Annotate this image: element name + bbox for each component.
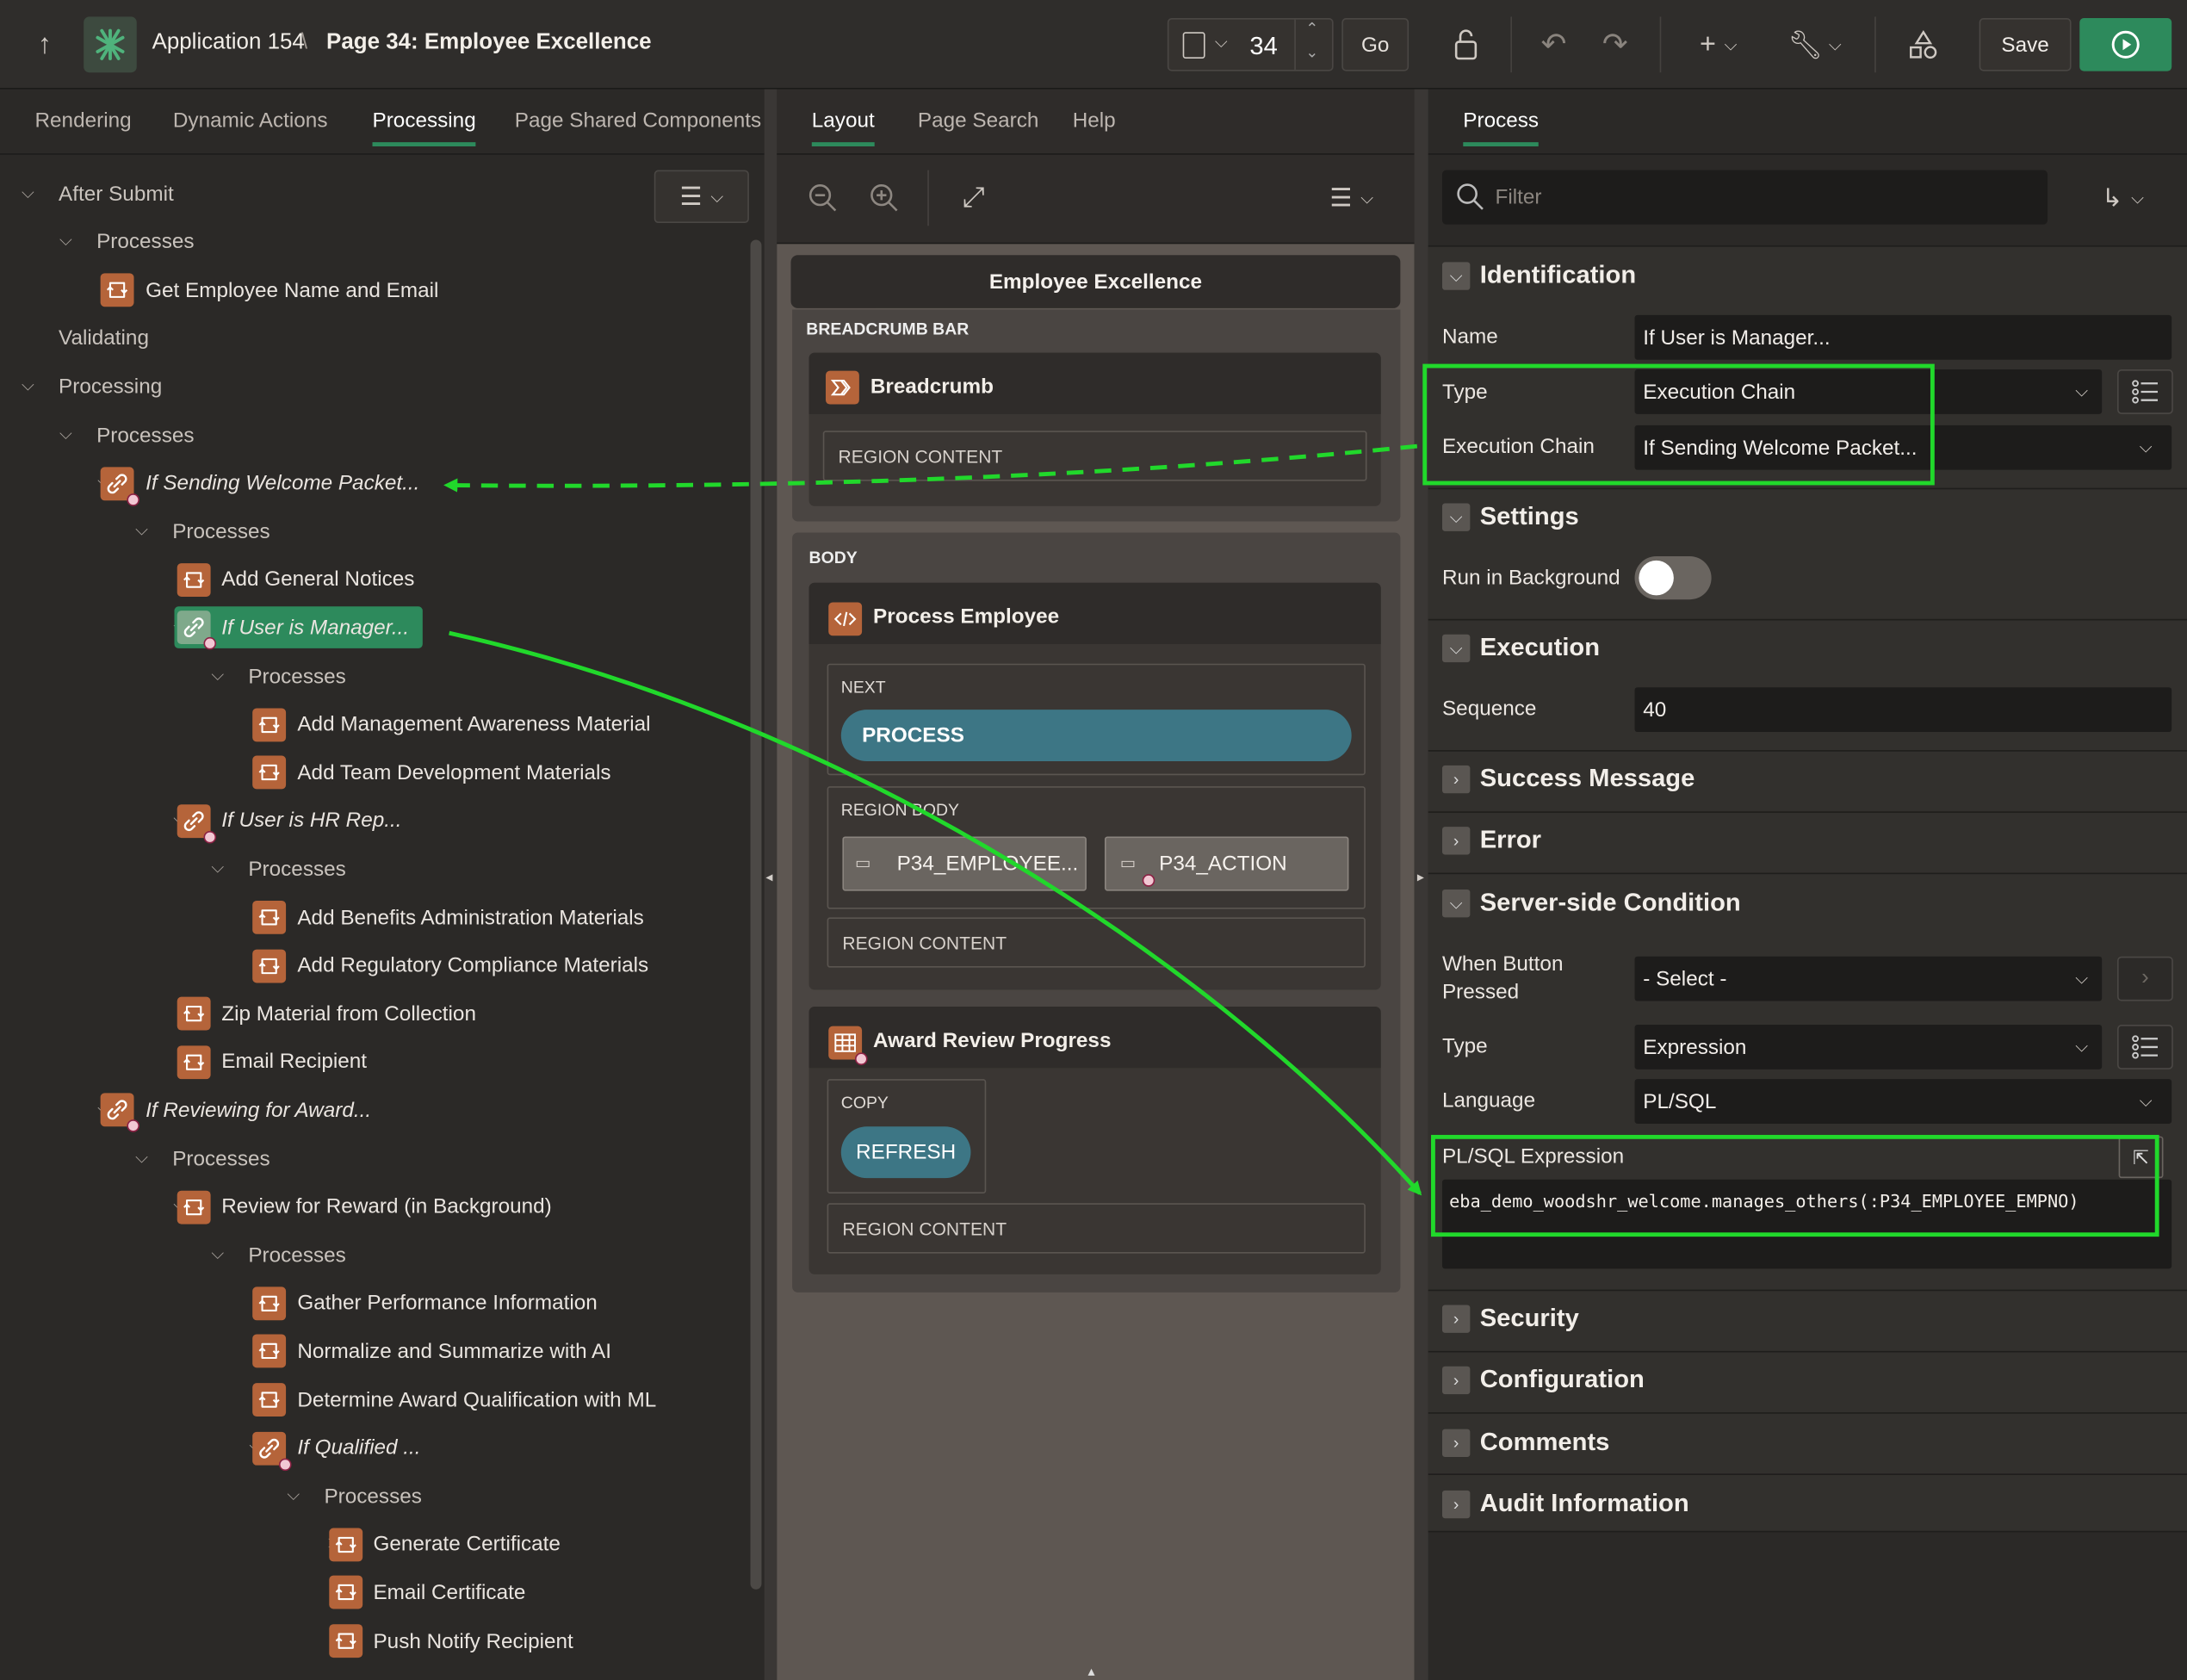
process-icon [252, 1383, 287, 1417]
chevron-down-icon[interactable]: ⌵ [20, 375, 36, 394]
tree-node[interactable]: Generate Certificate [373, 1523, 560, 1565]
tree-node[interactable]: Processes [248, 1234, 345, 1276]
chain-icon [101, 466, 140, 506]
tree-node[interactable]: Processes [324, 1475, 421, 1517]
process-icon [252, 948, 287, 983]
process-icon [328, 1528, 362, 1562]
chevron-down-icon[interactable]: ⌵ [133, 519, 150, 539]
tree-node[interactable]: Processes [248, 655, 345, 697]
tree-node[interactable]: If Reviewing for Award... [146, 1089, 371, 1131]
chevron-down-icon[interactable]: ⌵ [58, 423, 74, 443]
process-icon [101, 273, 135, 307]
tree-node[interactable]: Validating [59, 318, 149, 360]
process-icon [252, 707, 287, 741]
tree-node[interactable]: Processes [96, 414, 194, 456]
tree-node[interactable]: Add Team Development Materials [297, 752, 610, 794]
tree-node[interactable]: Processes [248, 848, 345, 890]
process-icon [252, 1335, 287, 1368]
tree-node[interactable]: Email Certificate [373, 1572, 525, 1614]
chevron-down-icon[interactable]: ⌵ [209, 858, 226, 877]
chevron-down-icon[interactable]: ⌵ [209, 1243, 226, 1263]
chevron-down-icon[interactable]: ⌵ [209, 665, 226, 685]
process-icon [252, 900, 287, 934]
tree-node[interactable]: If Qualified ... [297, 1427, 420, 1469]
process-icon [252, 1286, 287, 1320]
chevron-down-icon[interactable]: ⌵ [20, 182, 36, 201]
process-icon [252, 755, 287, 790]
chain-icon [177, 611, 216, 651]
tree-node[interactable]: Processes [172, 1138, 270, 1180]
process-icon [177, 996, 211, 1031]
tree-node[interactable]: Normalize and Summarize with AI [297, 1330, 611, 1373]
tree-node[interactable]: Processing [59, 366, 162, 408]
chevron-down-icon[interactable]: ⌵ [58, 230, 74, 250]
tree-node[interactable]: If User is Manager... [221, 607, 409, 649]
tree-node[interactable]: Add Benefits Administration Materials [297, 896, 643, 939]
tree-node[interactable]: If Sending Welcome Packet... [146, 462, 419, 505]
tree-node[interactable]: Add General Notices [221, 559, 414, 601]
tree-node[interactable]: Determine Award Qualification with ML [297, 1379, 656, 1421]
process-icon [177, 1045, 211, 1079]
chevron-down-icon[interactable]: ⌵ [133, 1147, 150, 1167]
tree-node[interactable]: Get Employee Name and Email [146, 270, 438, 312]
process-icon [328, 1624, 362, 1658]
chain-icon [177, 803, 216, 844]
chain-icon [252, 1431, 292, 1471]
process-icon [328, 1576, 362, 1610]
tree-node[interactable]: Review for Reward (in Background) [221, 1186, 552, 1228]
tree-node[interactable]: Add Regulatory Compliance Materials [297, 945, 648, 987]
process-icon [177, 1190, 211, 1224]
tree-node[interactable]: Processes [96, 221, 194, 263]
tree-node[interactable]: If User is HR Rep... [221, 800, 401, 842]
page-designer: ↑ Application 154 \ Page 34: Employee Ex… [0, 0, 2187, 1680]
tree-node[interactable]: After Submit [59, 173, 174, 215]
tree-node[interactable]: Zip Material from Collection [221, 993, 476, 1035]
tree-node[interactable]: Push Notify Recipient [373, 1620, 573, 1662]
chevron-down-icon[interactable]: ⌵ [285, 1485, 301, 1504]
chain-icon [101, 1094, 140, 1133]
tree-node[interactable]: Add Management Awareness Material [297, 704, 650, 746]
process-icon [177, 562, 211, 597]
tree-node[interactable]: Processes [172, 511, 270, 553]
tree-node[interactable]: Email Recipient [221, 1041, 367, 1083]
tree-node[interactable]: Gather Performance Information [297, 1282, 597, 1324]
